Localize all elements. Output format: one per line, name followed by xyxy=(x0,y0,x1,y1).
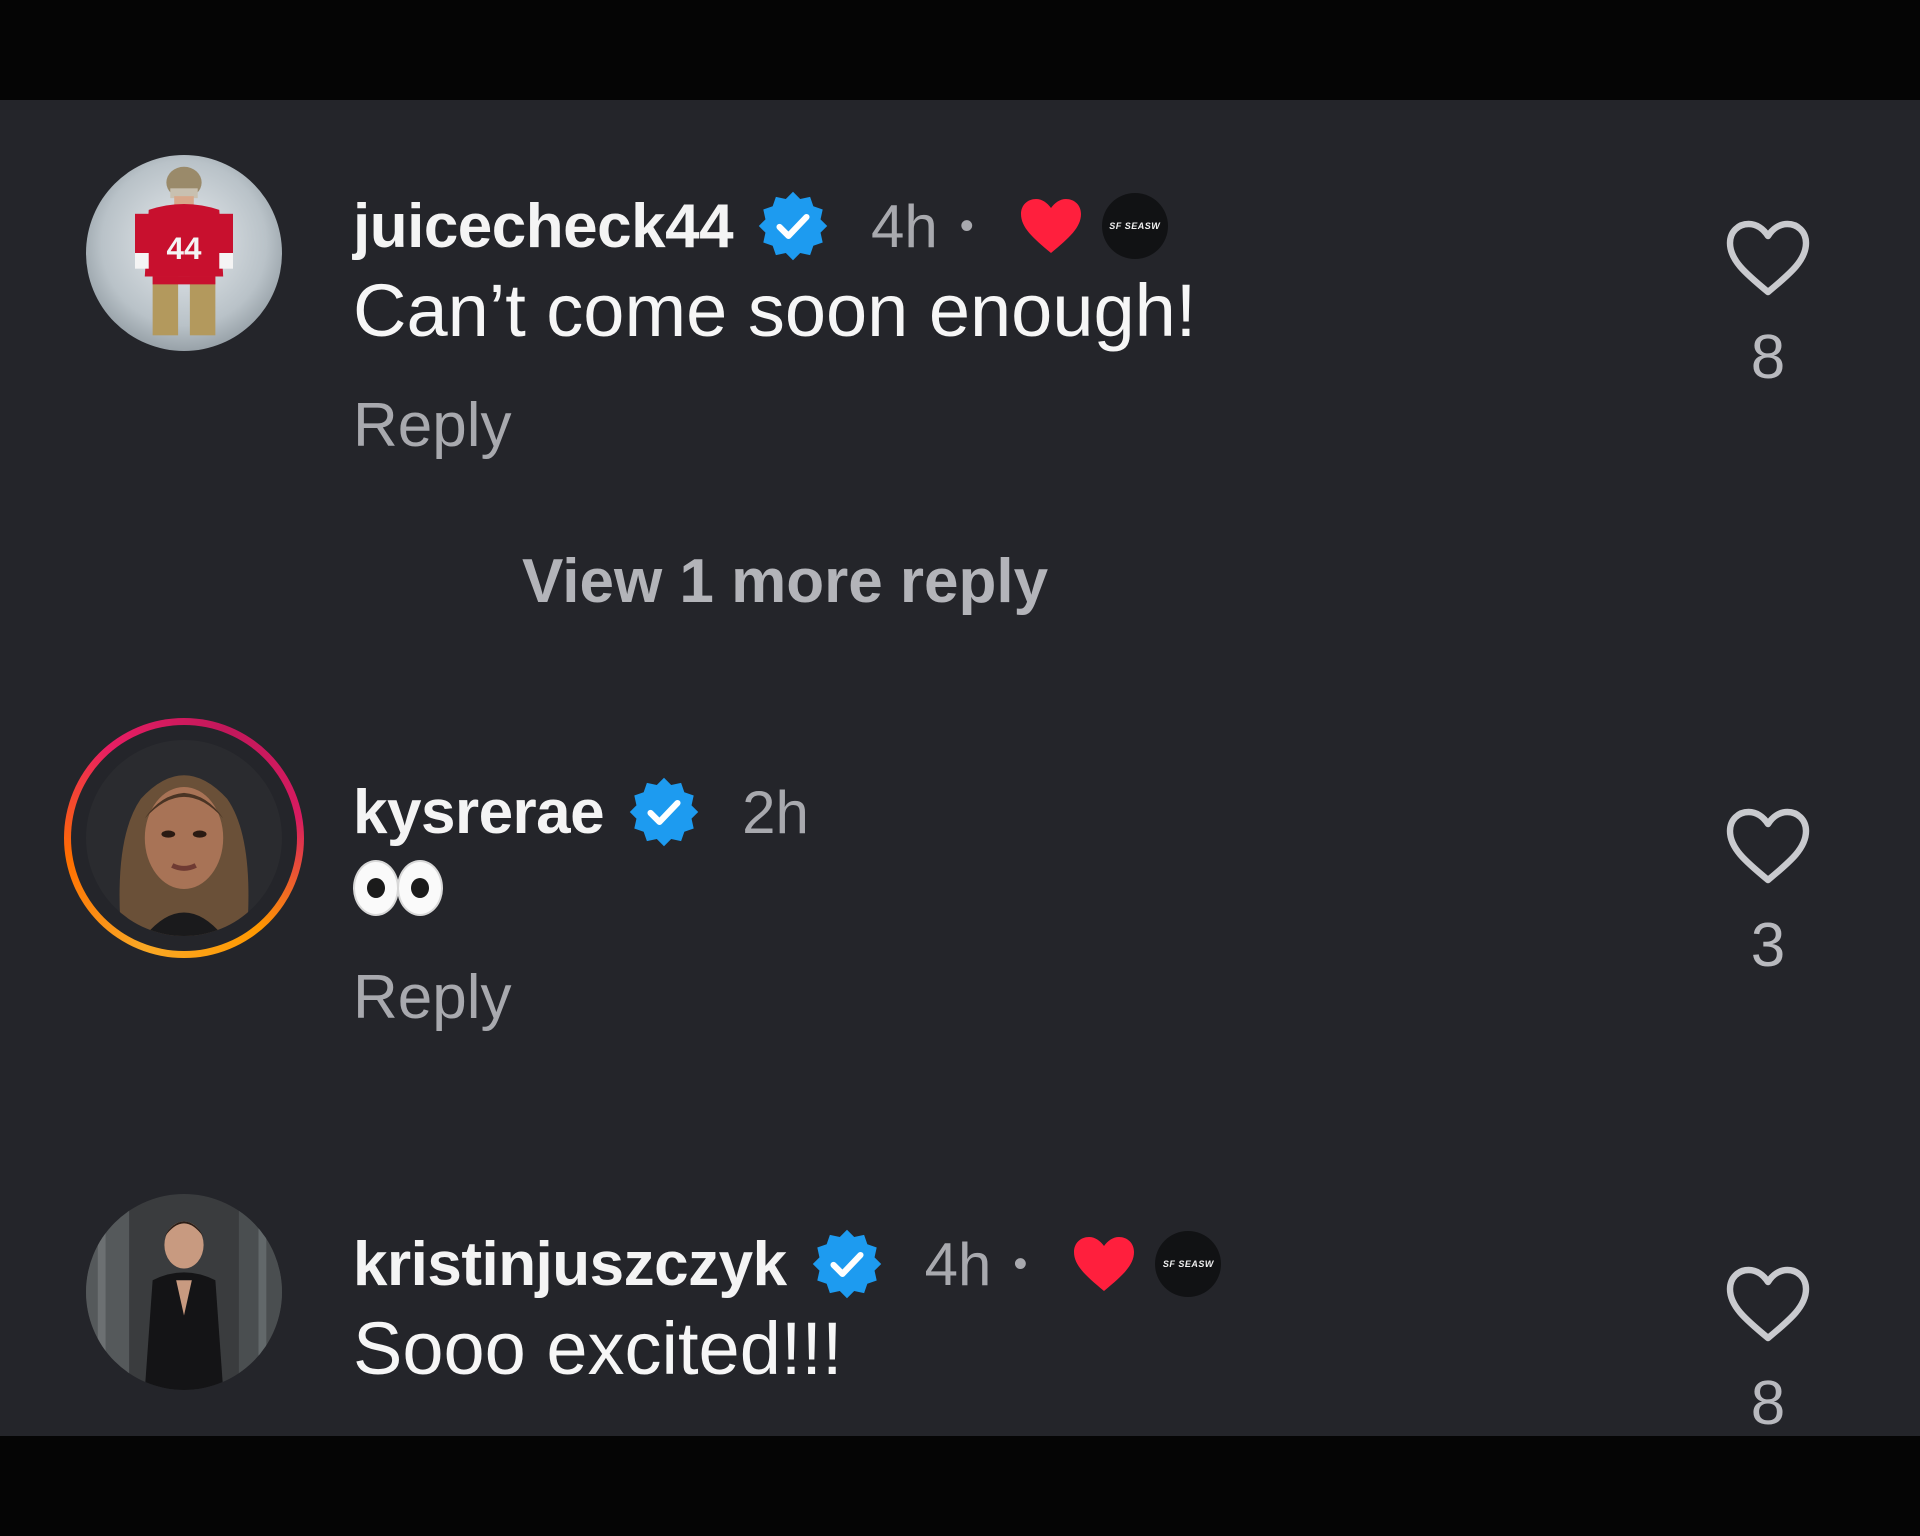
like-heart-icon[interactable] xyxy=(1724,1264,1812,1344)
username[interactable]: juicecheck44 xyxy=(353,191,734,262)
creator-badge-label: SF SEASW xyxy=(1162,1259,1214,1269)
football-player-avatar-icon: 44 xyxy=(86,155,282,351)
eyes-emoji-icon xyxy=(353,860,443,916)
like-heart-icon[interactable] xyxy=(1724,218,1812,298)
creator-avatar-badge: SF SEASW xyxy=(1101,193,1168,259)
creator-avatar-badge: SF SEASW xyxy=(1155,1231,1222,1297)
comments-panel: 44 juicecheck44 4h • SF SEASW Can’t come… xyxy=(0,100,1920,1436)
comment-header: kristinjuszczyk 4h • SF SEASW xyxy=(353,1224,1222,1304)
like-control: 8 xyxy=(1724,218,1812,393)
verified-badge-icon xyxy=(629,777,699,847)
creator-liked-heart-icon xyxy=(1074,1237,1135,1291)
like-control: 8 xyxy=(1724,1264,1812,1436)
top-letterbox xyxy=(0,0,1920,100)
svg-text:44: 44 xyxy=(167,231,202,266)
like-count: 8 xyxy=(1750,1369,1786,1436)
comment-text: Can’t come soon enough! xyxy=(353,269,1197,352)
comment-timestamp: 4h xyxy=(871,192,938,260)
eye-left xyxy=(353,860,399,916)
comment-text: Sooo excited!!! xyxy=(353,1307,843,1390)
view-more-replies-button[interactable]: View 1 more reply xyxy=(522,546,1048,617)
like-count: 8 xyxy=(1750,323,1786,392)
username[interactable]: kysrerae xyxy=(353,777,605,848)
reply-button[interactable]: Reply xyxy=(353,390,512,461)
separator-dot: • xyxy=(1013,1241,1028,1286)
avatar xyxy=(86,740,282,936)
verified-badge-icon xyxy=(812,1229,881,1299)
eye-right xyxy=(397,860,443,916)
avatar[interactable] xyxy=(86,1194,282,1390)
like-heart-icon[interactable] xyxy=(1724,806,1812,886)
separator-dot: • xyxy=(959,203,974,248)
bottom-letterbox xyxy=(0,1436,1920,1536)
like-control: 3 xyxy=(1724,806,1812,981)
avatar[interactable]: 44 xyxy=(86,155,282,351)
story-ring[interactable] xyxy=(64,718,304,958)
comment-timestamp: 4h xyxy=(924,1230,992,1298)
like-count: 3 xyxy=(1750,911,1786,980)
comment-header: kysrerae 2h xyxy=(353,772,809,852)
woman-portrait-avatar-icon xyxy=(86,740,282,936)
username[interactable]: kristinjuszczyk xyxy=(353,1229,787,1300)
reply-button[interactable]: Reply xyxy=(353,962,512,1033)
woman-black-suit-avatar-icon xyxy=(86,1194,282,1390)
verified-badge-icon xyxy=(758,191,828,261)
comment-header: juicecheck44 4h • SF SEASW xyxy=(353,186,1168,266)
comment-timestamp: 2h xyxy=(742,778,809,846)
comment-text xyxy=(353,860,443,916)
creator-badge-label: SF SEASW xyxy=(1109,221,1161,231)
creator-liked-heart-icon xyxy=(1020,199,1081,253)
